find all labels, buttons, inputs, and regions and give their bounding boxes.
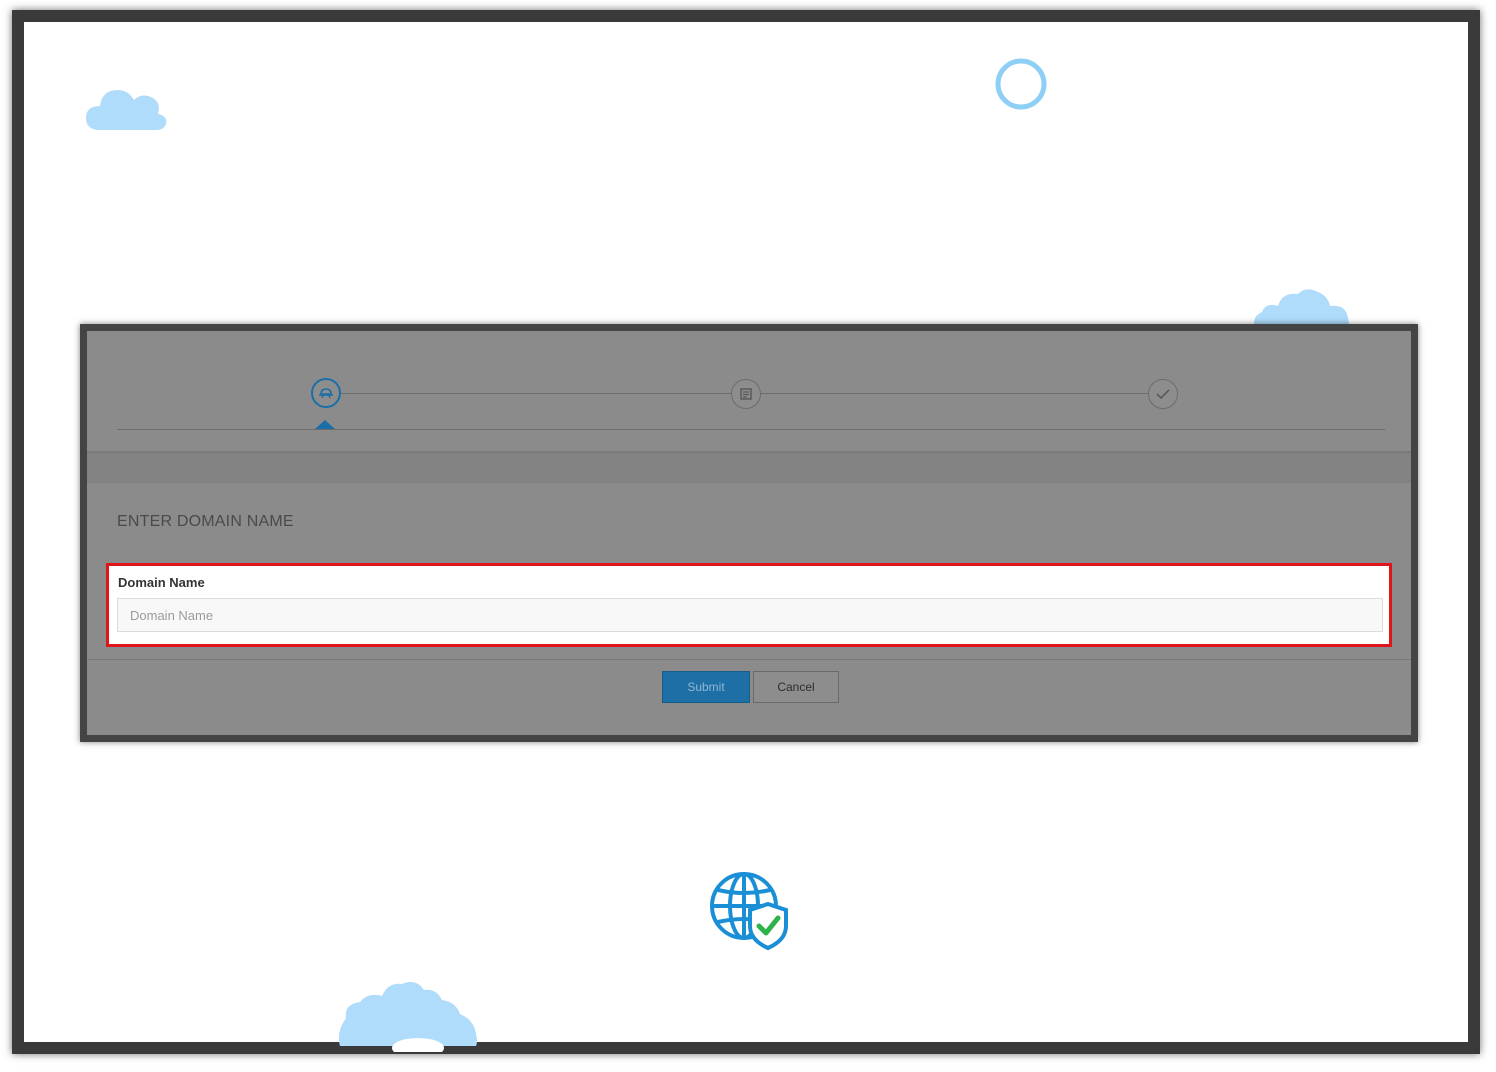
domain-wizard-panel: ENTER DOMAIN NAME Domain Name Submit Can… — [80, 324, 1418, 742]
stepper-baseline — [117, 429, 1385, 430]
domain-name-input[interactable] — [117, 598, 1383, 632]
submit-button[interactable]: Submit — [662, 671, 750, 703]
globe-shield-icon — [710, 872, 788, 951]
footer-divider — [87, 659, 1411, 660]
domain-name-label: Domain Name — [118, 575, 205, 590]
cancel-button[interactable]: Cancel — [753, 671, 839, 703]
section-title: ENTER DOMAIN NAME — [117, 513, 294, 530]
cloud-icon — [1254, 289, 1349, 330]
step-confirm[interactable] — [1148, 379, 1178, 409]
checkmark-icon — [1156, 389, 1170, 400]
domain-name-highlight: Domain Name — [106, 563, 1392, 647]
step-connector — [761, 393, 1148, 394]
panel-header-band — [87, 451, 1411, 483]
step-connector — [341, 393, 731, 394]
wizard-stepper — [87, 331, 1411, 455]
cloud-icon — [86, 90, 167, 130]
ring-icon — [995, 58, 1047, 110]
active-step-pointer — [315, 420, 335, 429]
gear-icon — [338, 982, 477, 1052]
domain-settings-icon — [319, 388, 333, 399]
step-domain[interactable] — [311, 378, 341, 408]
step-details[interactable] — [731, 379, 761, 409]
form-icon — [740, 388, 752, 400]
